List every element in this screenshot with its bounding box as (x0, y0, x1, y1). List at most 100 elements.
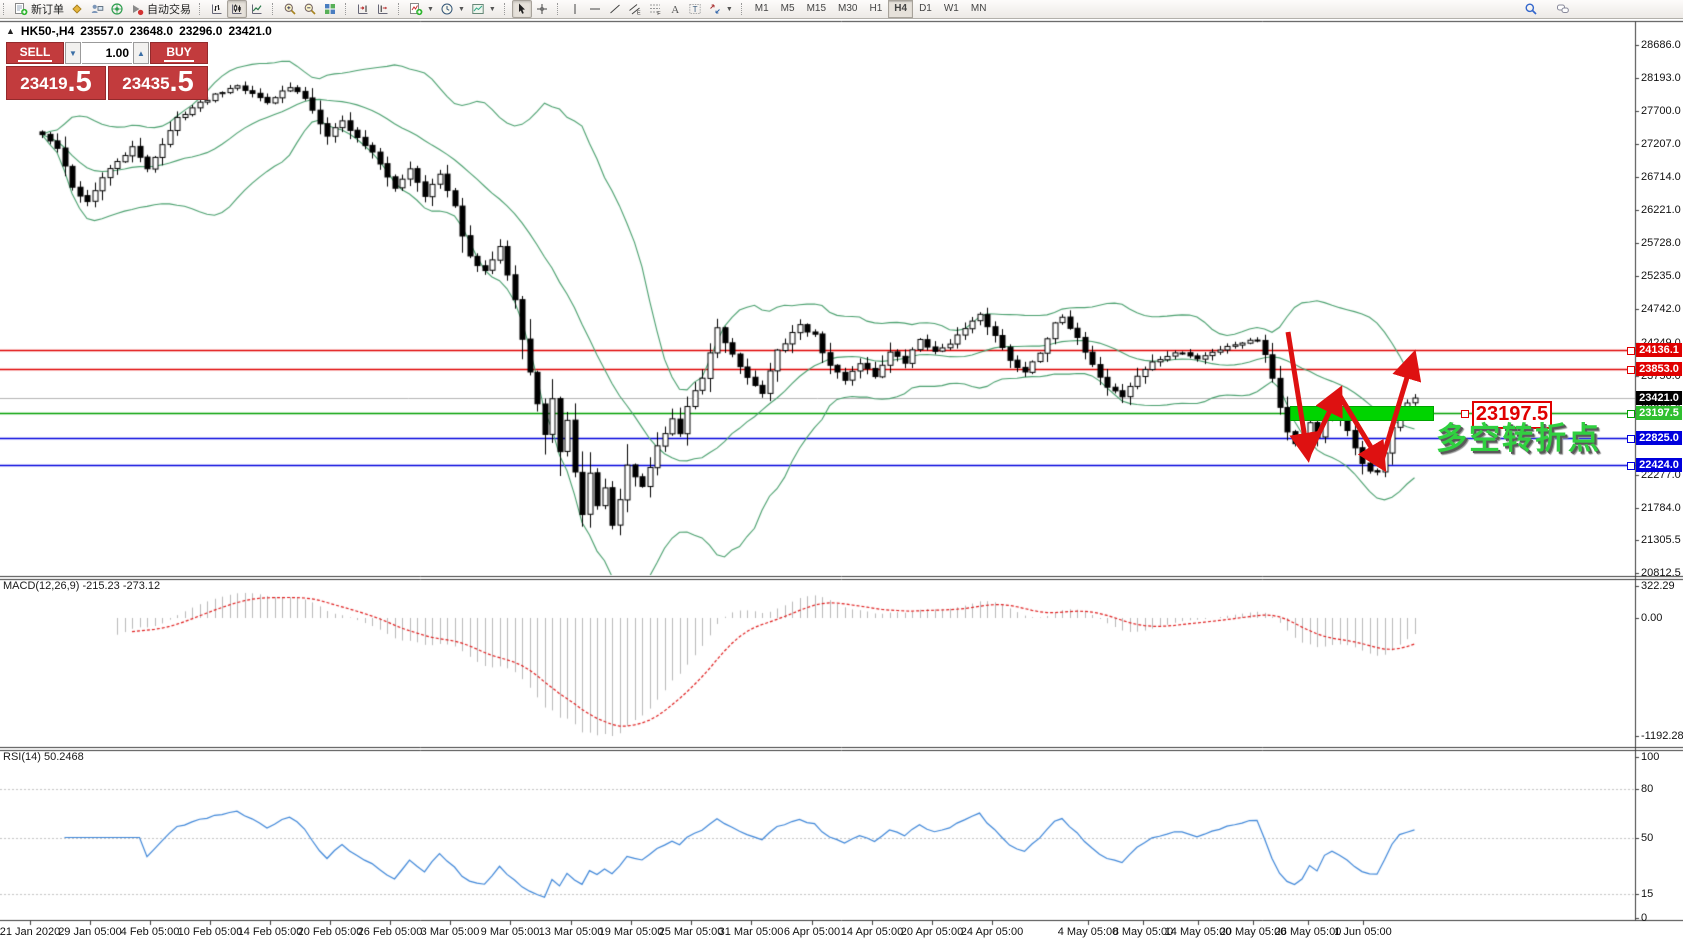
line-anchor-square[interactable] (1627, 347, 1635, 355)
candlestick-chart-button[interactable] (227, 0, 247, 18)
equidistant-channel-icon: E (628, 2, 642, 16)
periods-button-dropdown-icon[interactable]: ▼ (458, 6, 465, 13)
arrow-up-2[interactable] (1380, 361, 1412, 467)
price-line-axis-label[interactable]: 22825.0 (1636, 431, 1682, 445)
volume-increase-button[interactable]: ▲ (133, 42, 149, 64)
price-line-axis-label[interactable]: 23421.0 (1636, 391, 1682, 405)
indicators-button-dropdown-icon[interactable]: ▼ (427, 6, 434, 13)
profiles-button[interactable] (87, 0, 107, 18)
tile-windows-button[interactable] (320, 0, 340, 18)
chat-button[interactable] (1553, 0, 1573, 18)
price-line-axis-label[interactable]: 22424.0 (1636, 458, 1682, 472)
autotrading-button[interactable]: 自动交易 (127, 0, 194, 18)
bar-chart-icon (210, 2, 224, 16)
timeframe-m15-button[interactable]: M15 (801, 0, 832, 18)
sell-button[interactable]: SELL (6, 42, 64, 64)
timeframe-w1-button[interactable]: W1 (938, 0, 965, 18)
ohlc-low: 23296.0 (179, 24, 222, 38)
market-depth-icon (70, 2, 84, 16)
rsi-tick-label: 0 (1641, 912, 1683, 924)
horizontal-line-icon (588, 2, 602, 16)
zoom-in-icon (283, 2, 297, 16)
toolbar-group-trading: 新订单 自动交易 (0, 0, 196, 18)
price-tick-label: 21305.5 (1641, 534, 1683, 546)
timeframe-h4-button[interactable]: H4 (888, 0, 913, 18)
symbol-period-label: HK50-,H4 (21, 24, 74, 38)
line-anchor-square[interactable] (1627, 435, 1635, 443)
market-depth-button[interactable] (67, 0, 87, 18)
tile-windows-icon (323, 2, 337, 16)
collapse-panel-icon[interactable]: ▲ (6, 26, 15, 36)
arrows-button[interactable]: ▼ (705, 0, 736, 18)
time-tick-label: 24 Apr 05:00 (947, 926, 1037, 938)
timeframe-h1-button[interactable]: H1 (863, 0, 888, 18)
zoom-in-button[interactable] (280, 0, 300, 18)
chart-shift-button[interactable] (373, 0, 393, 18)
price-tick-label: 28193.0 (1641, 72, 1683, 84)
zoom-out-button[interactable] (300, 0, 320, 18)
chart-window: ▲ HK50-,H4 23557.0 23648.0 23296.0 23421… (0, 0, 1683, 942)
arrow-up-1[interactable] (1307, 396, 1337, 458)
timeframe-mn-button[interactable]: MN (965, 0, 993, 18)
sell-price[interactable]: 23419.5 (6, 66, 106, 100)
text-label-icon: T (688, 2, 702, 16)
auto-scroll-button[interactable] (353, 0, 373, 18)
text-label-button[interactable]: T (685, 0, 705, 18)
market-watch-button[interactable] (107, 0, 127, 18)
price-line-axis-label[interactable]: 23853.0 (1636, 362, 1682, 376)
buy-price[interactable]: 23435.5 (108, 66, 208, 100)
price-line-axis-label[interactable]: 24136.1 (1636, 343, 1682, 357)
timeframe-m30-button[interactable]: M30 (832, 0, 863, 18)
price-line-axis-label[interactable]: 23197.5 (1636, 406, 1682, 420)
cursor-button[interactable] (512, 0, 532, 18)
chart-shift-icon (376, 2, 390, 16)
timeframe-m1-button[interactable]: M1 (749, 0, 775, 18)
timeframe-m5-button[interactable]: M5 (775, 0, 801, 18)
one-click-trading-panel: SELL ▼ ▲ BUY 23419.5 23435.5 (6, 42, 208, 100)
chat-icon (1556, 2, 1570, 16)
vertical-line-button[interactable] (565, 0, 585, 18)
indicators-button[interactable]: ▼ (406, 0, 437, 18)
arrow-down-1[interactable] (1288, 332, 1307, 451)
new-order-button-label: 新订单 (31, 1, 64, 17)
equidistant-channel-button[interactable]: E (625, 0, 645, 18)
volume-input[interactable] (82, 42, 132, 64)
crosshair-button[interactable] (532, 0, 552, 18)
macd-tick-label: 322.29 (1641, 580, 1683, 592)
text-button[interactable]: A (665, 0, 685, 18)
line-anchor-square[interactable] (1627, 410, 1635, 418)
price-tick-label: 26714.0 (1641, 171, 1683, 183)
trend-arrows[interactable] (1258, 318, 1458, 498)
buy-button[interactable]: BUY (150, 42, 208, 64)
turning-point-text[interactable]: 多空转折点 (1436, 413, 1601, 458)
text-icon: A (668, 2, 682, 16)
templates-button-dropdown-icon[interactable]: ▼ (489, 6, 496, 13)
timeframe-d1-button[interactable]: D1 (913, 0, 938, 18)
line-anchor-square[interactable] (1627, 366, 1635, 374)
toolbar-group-objects: EFAT ▼ (554, 0, 738, 18)
trendline-button[interactable] (605, 0, 625, 18)
periods-button[interactable]: ▼ (437, 0, 468, 18)
bar-chart-button[interactable] (207, 0, 227, 18)
volume-decrease-button[interactable]: ▼ (65, 42, 81, 64)
time-tick-label: 1 Jun 05:00 (1318, 926, 1408, 938)
arrow-down-2[interactable] (1337, 391, 1380, 462)
toolbar-group-chart-mode (196, 0, 269, 18)
svg-text:A: A (671, 4, 679, 16)
arrows-button-dropdown-icon[interactable]: ▼ (726, 6, 733, 13)
price-tick-label: 25728.0 (1641, 237, 1683, 249)
search-button[interactable] (1521, 0, 1541, 18)
horizontal-line-button[interactable] (585, 0, 605, 18)
new-order-icon (14, 2, 28, 16)
candlestick-chart-icon (230, 2, 244, 16)
new-order-button[interactable]: 新订单 (11, 0, 67, 18)
templates-button[interactable]: ▼ (468, 0, 499, 18)
cursor-icon (515, 2, 529, 16)
line-anchor-square[interactable] (1627, 462, 1635, 470)
toolbar-group-insert: ▼ ▼ ▼ (395, 0, 501, 18)
zoom-out-icon (303, 2, 317, 16)
fibonacci-button[interactable]: F (645, 0, 665, 18)
indicators-icon (409, 2, 423, 16)
toolbar-group-timeframes: M1M5M15M30H1H4D1W1MN (738, 0, 995, 18)
line-chart-button[interactable] (247, 0, 267, 18)
